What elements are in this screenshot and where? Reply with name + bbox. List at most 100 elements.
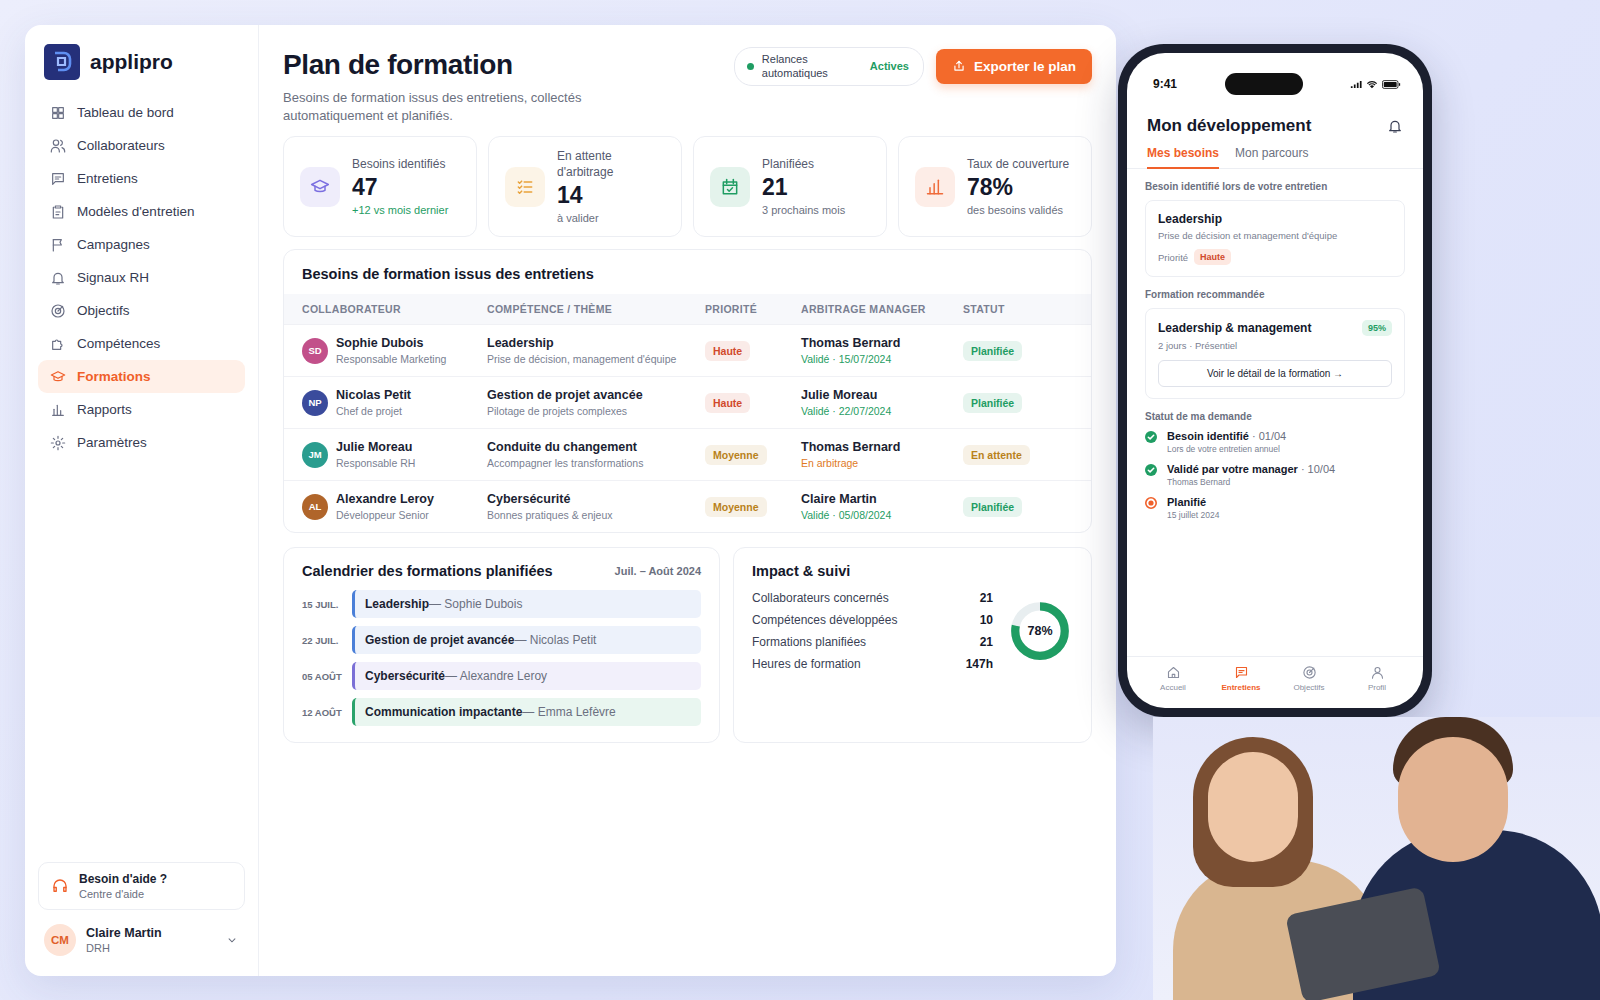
- sidebar: applipro Tableau de bordCollaborateursEnt…: [25, 25, 259, 976]
- need-card[interactable]: LeadershipPrise de décision et managemen…: [1145, 200, 1405, 277]
- flag-icon: [50, 237, 66, 253]
- bottom-nav-item[interactable]: Accueil: [1139, 665, 1207, 692]
- priority-badge: Moyenne: [705, 445, 767, 465]
- headset-icon: [51, 877, 69, 895]
- metric-row: Heures de formation147h: [752, 657, 993, 671]
- table-row[interactable]: NPNicolas PetitChef de projetGestion de …: [284, 376, 1091, 428]
- photo: [1153, 717, 1600, 1000]
- priority-badge: Haute: [705, 393, 750, 413]
- metric-row: Formations planifiées21: [752, 635, 993, 649]
- match-badge: 95%: [1362, 320, 1392, 336]
- bottom-nav-item[interactable]: Profil: [1343, 665, 1411, 692]
- users-icon: [50, 138, 66, 154]
- sidebar-item[interactable]: Campagnes: [38, 228, 245, 261]
- bottom-nav: AccueilEntretiensObjectifsProfil: [1127, 656, 1423, 708]
- stat-card: En attente d'arbitrage14à valider: [488, 136, 682, 237]
- cap-icon: [50, 369, 66, 385]
- bottom-nav-item[interactable]: Objectifs: [1275, 665, 1343, 692]
- page-title: Plan de formation: [283, 49, 613, 81]
- column-header[interactable]: PRIORITÉ: [705, 295, 801, 323]
- calendar-event[interactable]: 15 JUIL.Leadership— Sophie Dubois: [302, 590, 701, 618]
- chat-icon: [50, 171, 66, 187]
- user-avatar: CM: [44, 924, 76, 956]
- bell-icon: [50, 270, 66, 286]
- priority-badge: Haute: [1194, 249, 1231, 265]
- check-icon: [1145, 431, 1157, 443]
- calendar-event[interactable]: 22 JUIL.Gestion de projet avancée— Nicol…: [302, 626, 701, 654]
- reminders-toggle[interactable]: Relances automatiquesActives: [734, 47, 924, 86]
- phone-tabs: Mes besoins Mon parcours: [1127, 146, 1423, 169]
- coverage-donut: 78%: [1007, 598, 1073, 664]
- sidebar-item[interactable]: Modèles d'entretien: [38, 195, 245, 228]
- needs-table: Besoins de formation issus des entretien…: [283, 249, 1092, 533]
- bars-icon: [925, 177, 945, 197]
- priority-badge: Haute: [705, 341, 750, 361]
- table-row[interactable]: SDSophie DuboisResponsable MarketingLead…: [284, 324, 1091, 376]
- sidebar-item[interactable]: Paramètres: [38, 426, 245, 459]
- impact-card: Impact & suiviCollaborateurs concernés21…: [733, 547, 1092, 743]
- check-icon: [1145, 464, 1157, 476]
- avatar: SD: [302, 338, 328, 364]
- sidebar-item[interactable]: Compétences: [38, 327, 245, 360]
- bottom-nav-item[interactable]: Entretiens: [1207, 665, 1275, 692]
- page: appliproTableau de bordCollaborateursEnt…: [0, 0, 1600, 1000]
- target-icon: [1302, 665, 1317, 680]
- gear-icon: [50, 435, 66, 451]
- stat-icon-box: [300, 167, 340, 207]
- sidebar-item[interactable]: Formations: [38, 360, 245, 393]
- home-icon: [1166, 665, 1181, 680]
- calendar-event[interactable]: 12 AOÛTCommunication impactante— Emma Le…: [302, 698, 701, 726]
- export-button[interactable]: Exporter le plan: [936, 49, 1092, 84]
- chat-icon: [1234, 665, 1249, 680]
- tab[interactable]: Mes besoins: [1147, 146, 1219, 169]
- chart-icon: [50, 402, 66, 418]
- sidebar-item[interactable]: Objectifs: [38, 294, 245, 327]
- help-card[interactable]: Besoin d'aide ?Centre d'aide: [38, 862, 245, 910]
- brand[interactable]: applipro: [38, 44, 245, 80]
- table-header: COLLABORATEURCOMPÉTENCE / THÈMEPRIORITÉA…: [284, 294, 1091, 324]
- status-bar: 9:41: [1127, 53, 1423, 102]
- sidebar-nav: Tableau de bordCollaborateursEntretiensM…: [38, 96, 245, 459]
- phone-title: Mon développement: [1147, 116, 1311, 136]
- sidebar-item[interactable]: Rapports: [38, 393, 245, 426]
- main-content: Plan de formation Besoins de formation is…: [259, 25, 1116, 976]
- clipboard-icon: [50, 204, 66, 220]
- sidebar-item[interactable]: Entretiens: [38, 162, 245, 195]
- status-badge: Planifiée: [963, 497, 1022, 517]
- user-menu[interactable]: CMClaire MartinDRH: [38, 910, 245, 956]
- export-icon: [952, 59, 966, 73]
- grid-icon: [50, 105, 66, 121]
- target-icon: [50, 303, 66, 319]
- user-icon: [1370, 665, 1385, 680]
- column-header[interactable]: ARBITRAGE MANAGER: [801, 295, 963, 323]
- pending-icon: [1145, 497, 1157, 509]
- sidebar-item[interactable]: Collaborateurs: [38, 129, 245, 162]
- date-range[interactable]: Juil. – Août 2024: [615, 565, 701, 577]
- calendar-event[interactable]: 05 AOÛTCybersécurité— Alexandre Leroy: [302, 662, 701, 690]
- avatar: JM: [302, 442, 328, 468]
- stat-card: Taux de couverture78%des besoins validés: [898, 136, 1092, 237]
- training-detail-button[interactable]: Voir le détail de la formation →: [1158, 360, 1392, 387]
- phone-mockup: 9:41 Mon développement Mes besoins Mon parc…: [1118, 44, 1432, 717]
- table-row[interactable]: JMJulie MoreauResponsable RHConduite du …: [284, 428, 1091, 480]
- status-dot: [747, 63, 754, 70]
- column-header[interactable]: COLLABORATEUR: [302, 295, 487, 323]
- priority-badge: Moyenne: [705, 497, 767, 517]
- calendar-icon: [720, 177, 740, 197]
- column-header[interactable]: COMPÉTENCE / THÈME: [487, 295, 705, 323]
- wifi-icon: [1366, 80, 1378, 89]
- stats-row: Besoins identifiés47+12 vs mois dernierE…: [283, 136, 1092, 237]
- stat-card: Planifiées213 prochains mois: [693, 136, 887, 237]
- status-badge: Planifiée: [963, 341, 1022, 361]
- cap-icon: [310, 177, 330, 197]
- request-timeline: Besoin identifié · 01/04Lors de votre en…: [1145, 430, 1405, 520]
- table-row[interactable]: ALAlexandre LeroyDéveloppeur SeniorCyber…: [284, 480, 1091, 532]
- brand-name: applipro: [90, 50, 173, 74]
- sidebar-item[interactable]: Signaux RH: [38, 261, 245, 294]
- bell-icon[interactable]: [1387, 118, 1403, 134]
- logo-icon: [44, 44, 80, 80]
- metric-row: Collaborateurs concernés21: [752, 591, 993, 605]
- tab[interactable]: Mon parcours: [1235, 146, 1308, 169]
- column-header[interactable]: STATUT: [963, 295, 1073, 323]
- sidebar-item[interactable]: Tableau de bord: [38, 96, 245, 129]
